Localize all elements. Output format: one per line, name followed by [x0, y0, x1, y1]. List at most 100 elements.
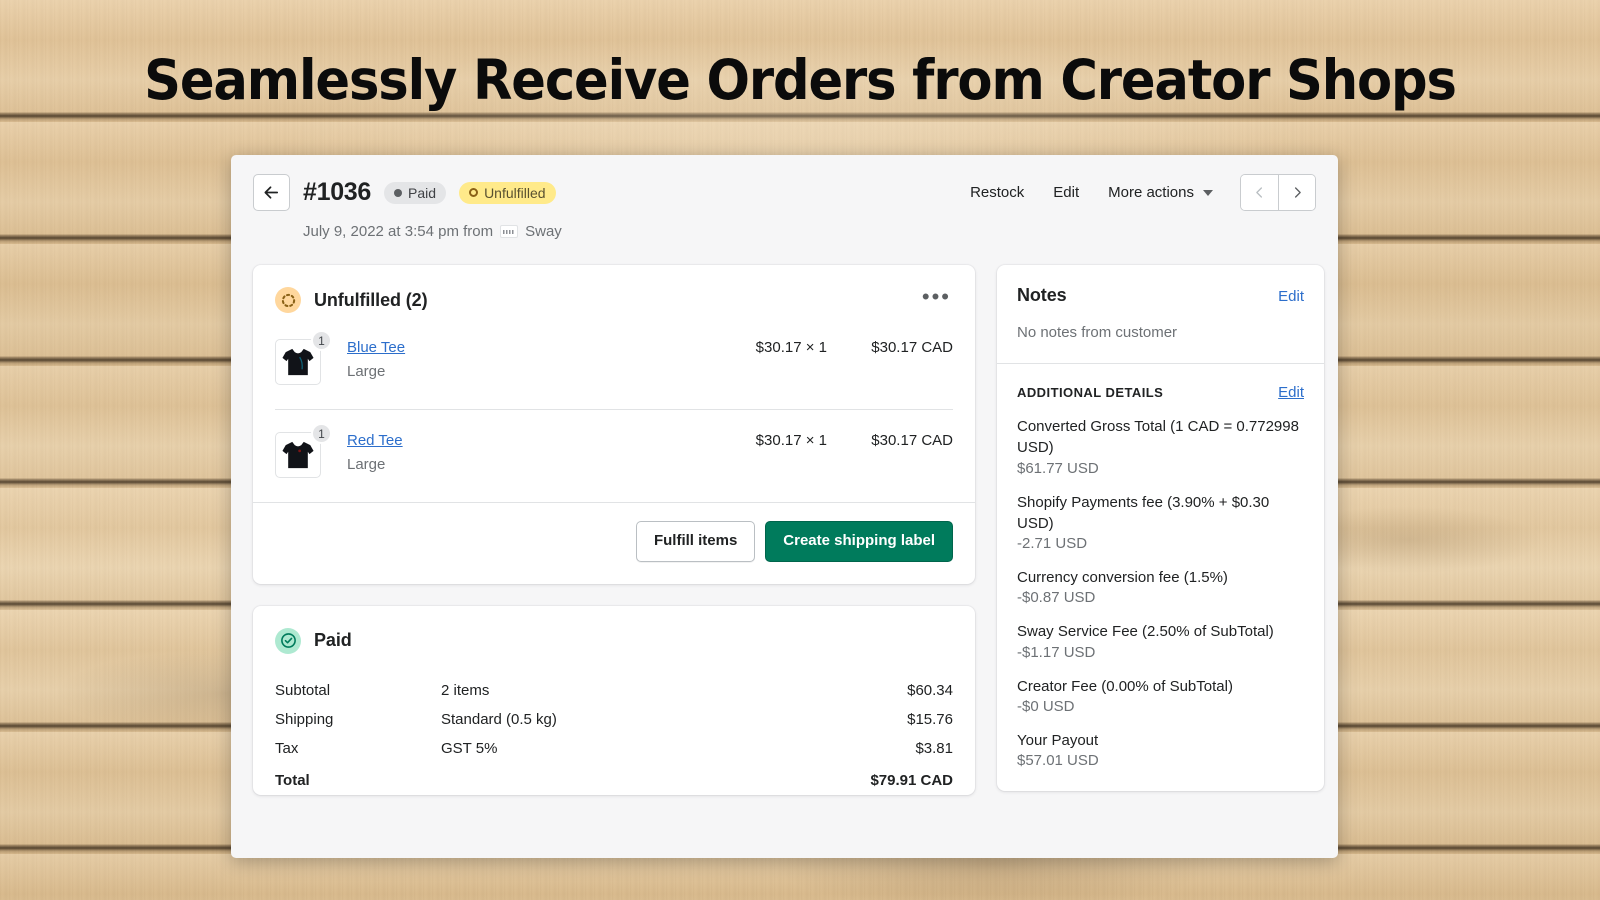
- notes-header: Notes Edit: [1017, 285, 1304, 306]
- total-row-amount: $3.81: [915, 739, 953, 757]
- next-order-button[interactable]: [1278, 175, 1315, 210]
- restock-button[interactable]: Restock: [962, 178, 1032, 207]
- chevron-left-icon: [1256, 187, 1263, 198]
- fulfill-items-button[interactable]: Fulfill items: [635, 521, 756, 562]
- detail-label: Shopify Payments fee (3.90% + $0.30 USD): [1017, 493, 1270, 532]
- total-row-label: Tax: [275, 739, 299, 757]
- detail-label: Converted Gross Total (1 CAD = 0.772998 …: [1017, 418, 1299, 457]
- total-row: Subtotal 2 items $60.34: [275, 676, 953, 705]
- filled-dot-icon: [394, 188, 403, 197]
- notes-title: Notes: [1017, 285, 1067, 305]
- status-badge-paid-label: Paid: [408, 184, 437, 201]
- panel-body: Unfulfilled (2) ••• 1 Blue Tee Large $30…: [231, 240, 1338, 795]
- notes-edit-link[interactable]: Edit: [1278, 288, 1304, 305]
- additional-details-header: ADDITIONAL DETAILS Edit: [1017, 384, 1304, 401]
- notes-section: Notes Edit No notes from customer: [997, 265, 1324, 363]
- detail-label: Creator Fee (0.00% of SubTotal): [1017, 677, 1233, 695]
- line-item-product-link[interactable]: Red Tee: [347, 432, 403, 449]
- line-item: 1 Blue Tee Large $30.17 × 1 $30.17 CAD: [275, 317, 953, 409]
- fulfillment-card-title: Unfulfilled (2): [314, 289, 428, 310]
- detail-item: Creator Fee (0.00% of SubTotal) -$0 USD: [1017, 676, 1304, 715]
- chevron-down-icon: [1203, 189, 1213, 196]
- status-badge-unfulfilled: Unfulfilled: [459, 181, 556, 204]
- detail-item: Your Payout $57.01 USD: [1017, 730, 1304, 769]
- dashed-circle-glyph: [281, 293, 295, 307]
- chevron-right-icon: [1294, 187, 1301, 198]
- arrow-left-icon: [264, 186, 279, 199]
- back-button[interactable]: [253, 174, 290, 211]
- detail-value: -2.71 USD: [1017, 535, 1088, 553]
- notes-and-details-card: Notes Edit No notes from customer ADDITI…: [997, 265, 1324, 792]
- line-item-thumbnail-wrap: 1: [275, 423, 332, 478]
- status-badge-paid: Paid: [384, 181, 447, 204]
- order-date-row: July 9, 2022 at 3:54 pm from Sway: [303, 223, 1316, 240]
- page-headline: Seamlessly Receive Orders from Creator S…: [144, 48, 1457, 112]
- check-circle-glyph: [280, 633, 296, 649]
- total-row-description: GST 5%: [441, 739, 498, 757]
- line-item-unit-price: $30.17 × 1: [755, 339, 827, 356]
- total-row: Tax GST 5% $3.81: [275, 734, 953, 763]
- detail-value: -$1.17 USD: [1017, 643, 1096, 661]
- additional-details-edit-link[interactable]: Edit: [1278, 384, 1304, 401]
- payment-card-title: Paid: [314, 630, 352, 651]
- notes-empty-text: No notes from customer: [1017, 324, 1178, 341]
- total-row-amount: $60.34: [907, 681, 953, 699]
- detail-item: Sway Service Fee (2.50% of SubTotal) -$1…: [1017, 621, 1304, 660]
- previous-order-button[interactable]: [1241, 175, 1278, 210]
- grand-total-label: Total: [275, 771, 310, 789]
- fulfillment-card-actions: Fulfill items Create shipping label: [253, 502, 975, 584]
- order-totals-table: Subtotal 2 items $60.34 Shipping Standar…: [253, 658, 975, 795]
- check-circle-icon: [275, 627, 301, 654]
- line-items-list: 1 Blue Tee Large $30.17 × 1 $30.17 CAD 1…: [253, 317, 975, 502]
- grand-total-description: [441, 772, 870, 789]
- total-row-label: Shipping: [275, 710, 334, 728]
- dashed-ring-icon: [275, 287, 301, 313]
- detail-value: $57.01 USD: [1017, 752, 1099, 770]
- total-row: Shipping Standard (0.5 kg) $15.76: [275, 705, 953, 734]
- line-item: 1 Red Tee Large $30.17 × 1 $30.17 CAD: [275, 409, 953, 502]
- detail-value: $61.77 USD: [1017, 459, 1099, 477]
- order-pager: [1240, 174, 1316, 211]
- detail-label: Your Payout: [1017, 732, 1099, 750]
- ellipsis-icon[interactable]: •••: [912, 286, 953, 313]
- order-detail-panel: #1036 Paid Unfulfilled Restock Edit More…: [231, 155, 1338, 858]
- detail-label: Sway Service Fee (2.50% of SubTotal): [1017, 623, 1274, 641]
- additional-details-title: ADDITIONAL DETAILS: [1017, 385, 1164, 400]
- line-item-unit-price: $30.17 × 1: [755, 432, 827, 449]
- tshirt-icon: [282, 348, 314, 376]
- tshirt-icon: [282, 441, 314, 469]
- line-item-quantity-badge: 1: [311, 330, 332, 351]
- line-item-info: Red Tee Large: [347, 432, 685, 473]
- additional-details-section: ADDITIONAL DETAILS Edit Converted Gross …: [997, 363, 1324, 791]
- payment-card: Paid Subtotal 2 items $60.34 Shipping St…: [253, 605, 975, 795]
- more-actions-button[interactable]: More actions: [1100, 178, 1221, 207]
- detail-label: Currency conversion fee (1.5%): [1017, 569, 1228, 587]
- line-item-variant: Large: [347, 363, 386, 380]
- edit-button[interactable]: Edit: [1045, 178, 1087, 207]
- line-item-thumbnail-wrap: 1: [275, 330, 332, 385]
- line-item-total: $30.17 CAD: [871, 339, 953, 356]
- order-channel-name: Sway: [525, 223, 562, 240]
- grand-total-amount: $79.91 CAD: [870, 771, 953, 789]
- main-column: Unfulfilled (2) ••• 1 Blue Tee Large $30…: [253, 265, 975, 795]
- side-column: Notes Edit No notes from customer ADDITI…: [997, 265, 1324, 792]
- order-header: #1036 Paid Unfulfilled Restock Edit More…: [231, 155, 1338, 240]
- more-actions-label: More actions: [1108, 184, 1194, 201]
- fulfillment-card-header: Unfulfilled (2) •••: [253, 265, 975, 317]
- ring-icon: [469, 188, 479, 197]
- line-item-product-link[interactable]: Blue Tee: [347, 339, 405, 356]
- line-item-quantity-badge: 1: [311, 423, 332, 444]
- total-row-description: Standard (0.5 kg): [441, 710, 557, 728]
- detail-item: Shopify Payments fee (3.90% + $0.30 USD)…: [1017, 492, 1304, 553]
- fulfillment-card: Unfulfilled (2) ••• 1 Blue Tee Large $30…: [253, 265, 975, 584]
- order-number: #1036: [303, 178, 372, 206]
- sway-logo-icon: [500, 225, 519, 238]
- line-item-info: Blue Tee Large: [347, 339, 685, 380]
- order-date-text: July 9, 2022 at 3:54 pm from: [303, 223, 494, 240]
- order-header-top-row: #1036 Paid Unfulfilled Restock Edit More…: [253, 174, 1316, 211]
- line-item-variant: Large: [347, 456, 386, 473]
- detail-value: -$0 USD: [1017, 698, 1075, 716]
- detail-value: -$0.87 USD: [1017, 589, 1096, 607]
- total-row-description: 2 items: [441, 681, 490, 699]
- create-shipping-label-button[interactable]: Create shipping label: [765, 521, 953, 562]
